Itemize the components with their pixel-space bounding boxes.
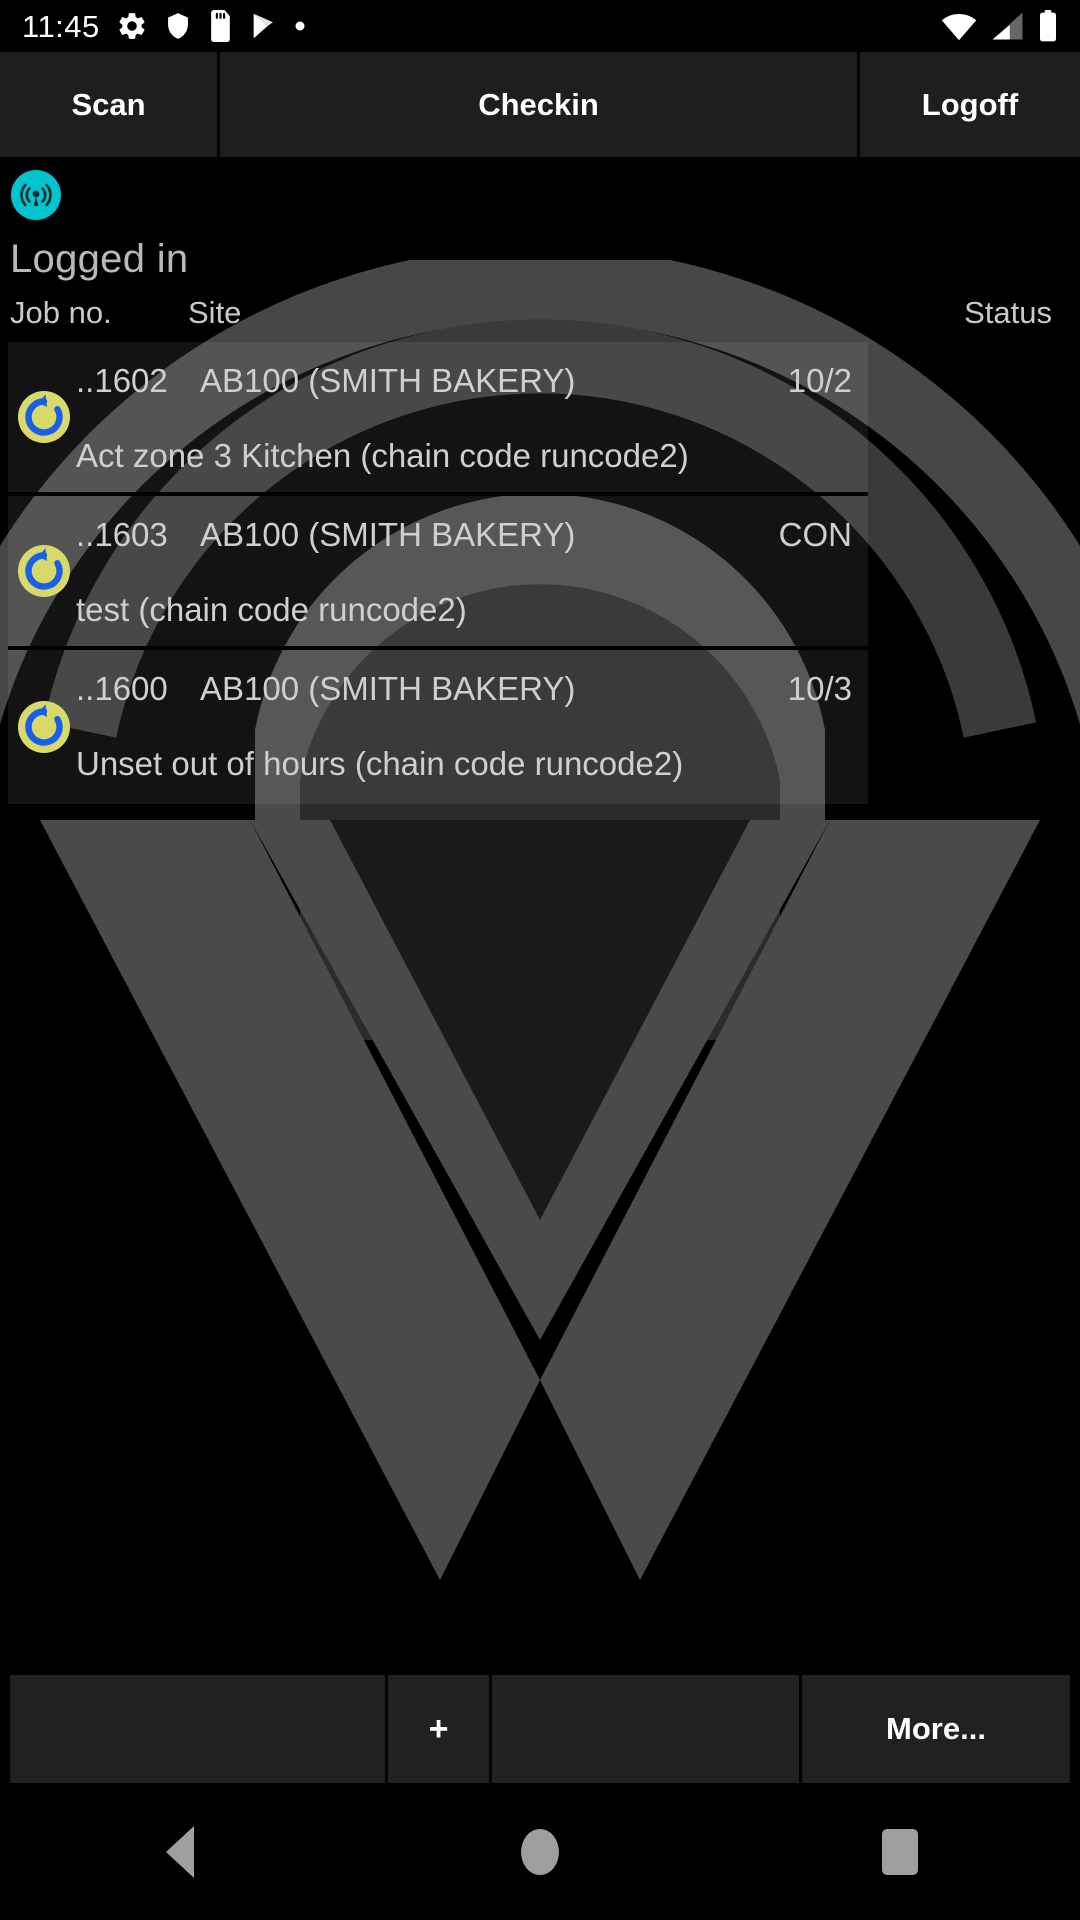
shield-icon bbox=[167, 13, 188, 39]
status-bar-left: 11:45 bbox=[22, 10, 307, 42]
job-row-primary: ..1603 AB100 (SMITH BAKERY) CON bbox=[76, 516, 868, 558]
table-row[interactable]: ..1600 AB100 (SMITH BAKERY) 10/3 Unset ou… bbox=[8, 650, 868, 804]
job-number: ..1602 bbox=[76, 362, 168, 399]
nav-home-button[interactable] bbox=[360, 1783, 720, 1920]
column-header-site: Site bbox=[188, 295, 242, 330]
nav-back-button[interactable] bbox=[0, 1783, 360, 1920]
recents-square-icon bbox=[882, 1828, 918, 1875]
column-header-status: Status bbox=[964, 295, 1052, 330]
tab-scan-label: Scan bbox=[71, 86, 146, 122]
bottom-button-3[interactable] bbox=[492, 1675, 802, 1783]
job-site: AB100 (SMITH BAKERY) bbox=[200, 362, 576, 399]
more-button-label: More... bbox=[886, 1711, 986, 1746]
refresh-sync-icon bbox=[18, 391, 70, 443]
more-button[interactable]: More... bbox=[802, 1675, 1070, 1783]
android-nav-bar bbox=[0, 1783, 1080, 1920]
status-bar: 11:45 bbox=[0, 0, 1080, 52]
tab-logoff-label: Logoff bbox=[921, 86, 1019, 122]
job-number: ..1603 bbox=[76, 516, 168, 553]
home-circle-icon bbox=[521, 1828, 559, 1875]
column-header-job-no: Job no. bbox=[10, 295, 112, 330]
job-description: Unset out of hours (chain code runcode2) bbox=[76, 745, 684, 782]
dot-icon bbox=[295, 21, 305, 31]
status-bar-right bbox=[941, 10, 1058, 42]
job-list: ..1602 AB100 (SMITH BAKERY) 10/2 Act zone… bbox=[8, 342, 868, 804]
job-description: test (chain code runcode2) bbox=[76, 591, 467, 628]
refresh-sync-icon bbox=[18, 545, 70, 597]
login-status-text: Logged in bbox=[10, 237, 189, 281]
back-triangle-icon bbox=[166, 1825, 194, 1878]
list-column-headers: Job no. Site Status bbox=[0, 295, 1080, 335]
phone-screen: 11:45 Scan Checkin Logoff Logged in Job … bbox=[0, 0, 1080, 1920]
table-row[interactable]: ..1602 AB100 (SMITH BAKERY) 10/2 Act zone… bbox=[8, 342, 868, 496]
table-row[interactable]: ..1603 AB100 (SMITH BAKERY) CON test (cha… bbox=[8, 496, 868, 650]
add-button-label: + bbox=[428, 1709, 449, 1748]
job-row-primary: ..1600 AB100 (SMITH BAKERY) 10/3 bbox=[76, 670, 868, 712]
bottom-button-bar: + More... bbox=[0, 1675, 1080, 1783]
sd-card-icon bbox=[210, 10, 230, 42]
job-site: AB100 (SMITH BAKERY) bbox=[200, 670, 576, 707]
gear-icon bbox=[119, 13, 145, 39]
tab-checkin-label: Checkin bbox=[478, 86, 599, 122]
job-site: AB100 (SMITH BAKERY) bbox=[200, 516, 576, 553]
job-status: 10/2 bbox=[787, 362, 852, 399]
tab-checkin[interactable]: Checkin bbox=[220, 52, 860, 157]
job-description: Act zone 3 Kitchen (chain code runcode2) bbox=[76, 437, 689, 474]
nav-recents-button[interactable] bbox=[720, 1783, 1080, 1920]
refresh-sync-icon bbox=[18, 701, 70, 753]
add-button[interactable]: + bbox=[388, 1675, 492, 1783]
broadcast-signal-icon[interactable] bbox=[11, 170, 61, 220]
play-store-icon bbox=[253, 13, 273, 39]
job-number: ..1600 bbox=[76, 670, 168, 707]
battery-icon bbox=[1040, 10, 1056, 42]
wifi-icon bbox=[941, 13, 977, 41]
tab-logoff[interactable]: Logoff bbox=[860, 52, 1080, 157]
top-tab-bar: Scan Checkin Logoff bbox=[0, 52, 1080, 157]
tab-scan[interactable]: Scan bbox=[0, 52, 220, 157]
bottom-button-1[interactable] bbox=[10, 1675, 388, 1783]
job-status: 10/3 bbox=[787, 670, 852, 707]
job-status: CON bbox=[778, 516, 852, 553]
cellular-signal-icon bbox=[992, 12, 1023, 40]
status-bar-clock: 11:45 bbox=[22, 8, 100, 44]
main-content: Logged in Job no. Site Status ..1602 AB10… bbox=[0, 157, 1080, 1675]
job-row-primary: ..1602 AB100 (SMITH BAKERY) 10/2 bbox=[76, 362, 868, 404]
